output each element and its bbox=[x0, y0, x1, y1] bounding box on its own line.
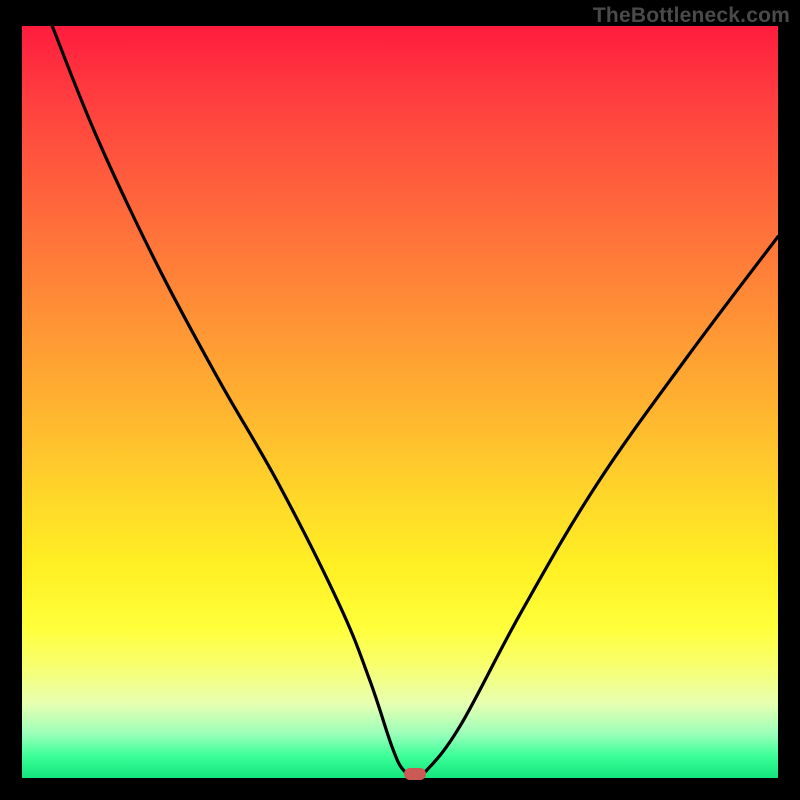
watermark-text: TheBottleneck.com bbox=[593, 4, 790, 28]
bottleneck-curve bbox=[22, 26, 778, 778]
optimum-marker bbox=[404, 768, 426, 780]
plot-area bbox=[22, 26, 778, 778]
chart-frame: TheBottleneck.com bbox=[0, 0, 800, 800]
